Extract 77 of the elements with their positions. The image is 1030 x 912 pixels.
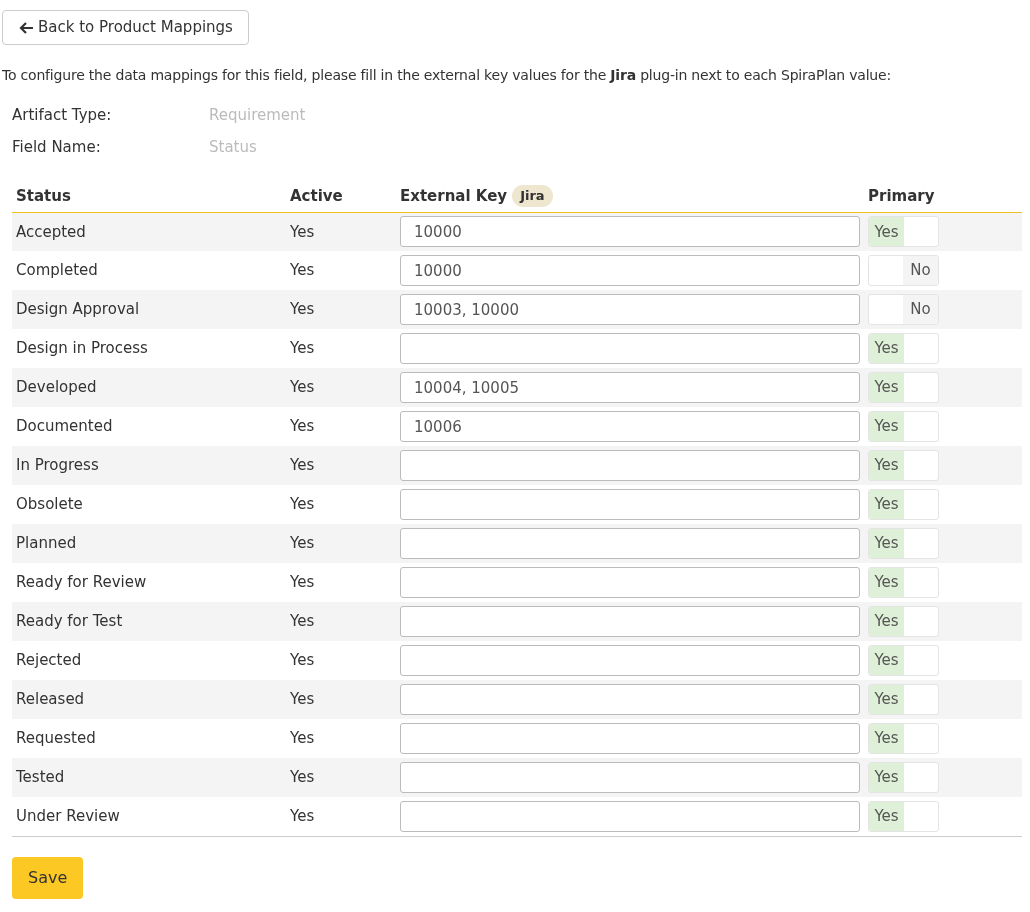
table-cell: Yes — [290, 534, 315, 553]
toggle-switch[interactable]: Yes — [868, 450, 939, 481]
column-header: External Key — [400, 186, 508, 207]
input-field[interactable] — [400, 606, 860, 637]
column-header: Primary — [868, 181, 1022, 212]
table-cell: Yes — [290, 768, 315, 787]
toggle-switch[interactable]: Yes — [868, 645, 939, 676]
input-field[interactable] — [400, 645, 860, 676]
input-field[interactable] — [400, 450, 860, 481]
input-field[interactable] — [400, 684, 860, 715]
table-cell: Tested — [16, 768, 65, 787]
toggle-switch[interactable]: Yes — [868, 372, 939, 403]
table-cell: Ready for Test — [16, 612, 123, 631]
table-cell: Accepted — [16, 222, 86, 241]
back-button[interactable]: Back to Product Mappings — [2, 10, 249, 45]
table-cell: Planned — [16, 534, 77, 553]
input-field[interactable] — [400, 800, 860, 832]
table-cell: Under Review — [16, 807, 120, 825]
table-cell: Yes — [290, 456, 315, 475]
table-cell: Yes — [290, 729, 315, 748]
toggle-switch[interactable]: Yes — [868, 333, 939, 364]
table-cell: Requested — [16, 729, 96, 748]
table-cell: Yes — [290, 612, 315, 631]
column-header: Active — [290, 181, 400, 212]
table-cell: Documented — [16, 417, 113, 436]
table-cell: Completed — [16, 261, 98, 280]
toggle-switch[interactable]: Yes — [868, 762, 939, 793]
toggle-switch[interactable]: Yes — [868, 800, 939, 832]
field-value: Requirement — [209, 105, 306, 126]
field-label: Field Name: — [12, 136, 102, 158]
table-cell: Yes — [290, 222, 315, 241]
toggle-switch[interactable]: Yes — [868, 528, 939, 559]
table-cell: Yes — [290, 261, 315, 280]
input-field[interactable] — [400, 489, 860, 520]
table-cell: Yes — [290, 651, 315, 670]
input-field[interactable] — [400, 762, 860, 793]
table-cell: Yes — [290, 417, 315, 436]
toggle-switch[interactable]: Yes — [868, 567, 939, 598]
table-cell: Design Approval — [16, 300, 140, 319]
table-cell: Yes — [290, 807, 315, 825]
input-field[interactable] — [400, 333, 860, 364]
table-cell: Yes — [290, 378, 315, 397]
toggle-switch[interactable]: Yes — [868, 489, 939, 520]
toggle-switch[interactable]: Yes — [868, 606, 939, 637]
save-button[interactable]: Save — [12, 856, 84, 899]
table-cell: Obsolete — [16, 495, 83, 514]
table-cell: Yes — [290, 300, 315, 319]
table-cell: Developed — [16, 378, 97, 397]
toggle-switch[interactable]: No — [868, 255, 939, 286]
input-field[interactable]: 10004, 10005 — [400, 372, 860, 403]
table-cell: Rejected — [16, 651, 82, 670]
table-cell: Yes — [290, 495, 315, 514]
instructions-text: To configure the data mappings for this field, please fill in the external key values for the Jira plug-in next to each SpiraPlan value: — [2, 66, 892, 85]
input-field[interactable]: 10003, 10000 — [400, 294, 860, 325]
input-field[interactable] — [400, 723, 860, 754]
field-label: Artifact Type: — [12, 105, 113, 126]
plugin-badge: Jira — [512, 185, 553, 208]
input-field[interactable]: 10000 — [400, 255, 860, 286]
toggle-switch[interactable]: Yes — [868, 216, 939, 248]
table-cell: Released — [16, 690, 85, 709]
toggle-switch[interactable]: No — [868, 294, 939, 325]
input-field[interactable] — [400, 567, 860, 598]
input-field[interactable]: 10006 — [400, 411, 860, 442]
toggle-switch[interactable]: Yes — [868, 411, 939, 442]
table-cell: Design in Process — [16, 339, 148, 358]
table-cell: Ready for Review — [16, 573, 147, 592]
toggle-switch[interactable]: Yes — [868, 684, 939, 715]
input-field[interactable]: 10000 — [400, 216, 860, 248]
table-cell: Yes — [290, 339, 315, 358]
input-field[interactable] — [400, 528, 860, 559]
table-cell: Yes — [290, 690, 315, 709]
table-cell: In Progress — [16, 456, 99, 475]
field-value: Status — [209, 136, 257, 158]
toggle-switch[interactable]: Yes — [868, 723, 939, 754]
table-cell: Yes — [290, 573, 315, 592]
column-header: Status — [12, 181, 290, 212]
arrow-left-icon — [18, 20, 34, 35]
